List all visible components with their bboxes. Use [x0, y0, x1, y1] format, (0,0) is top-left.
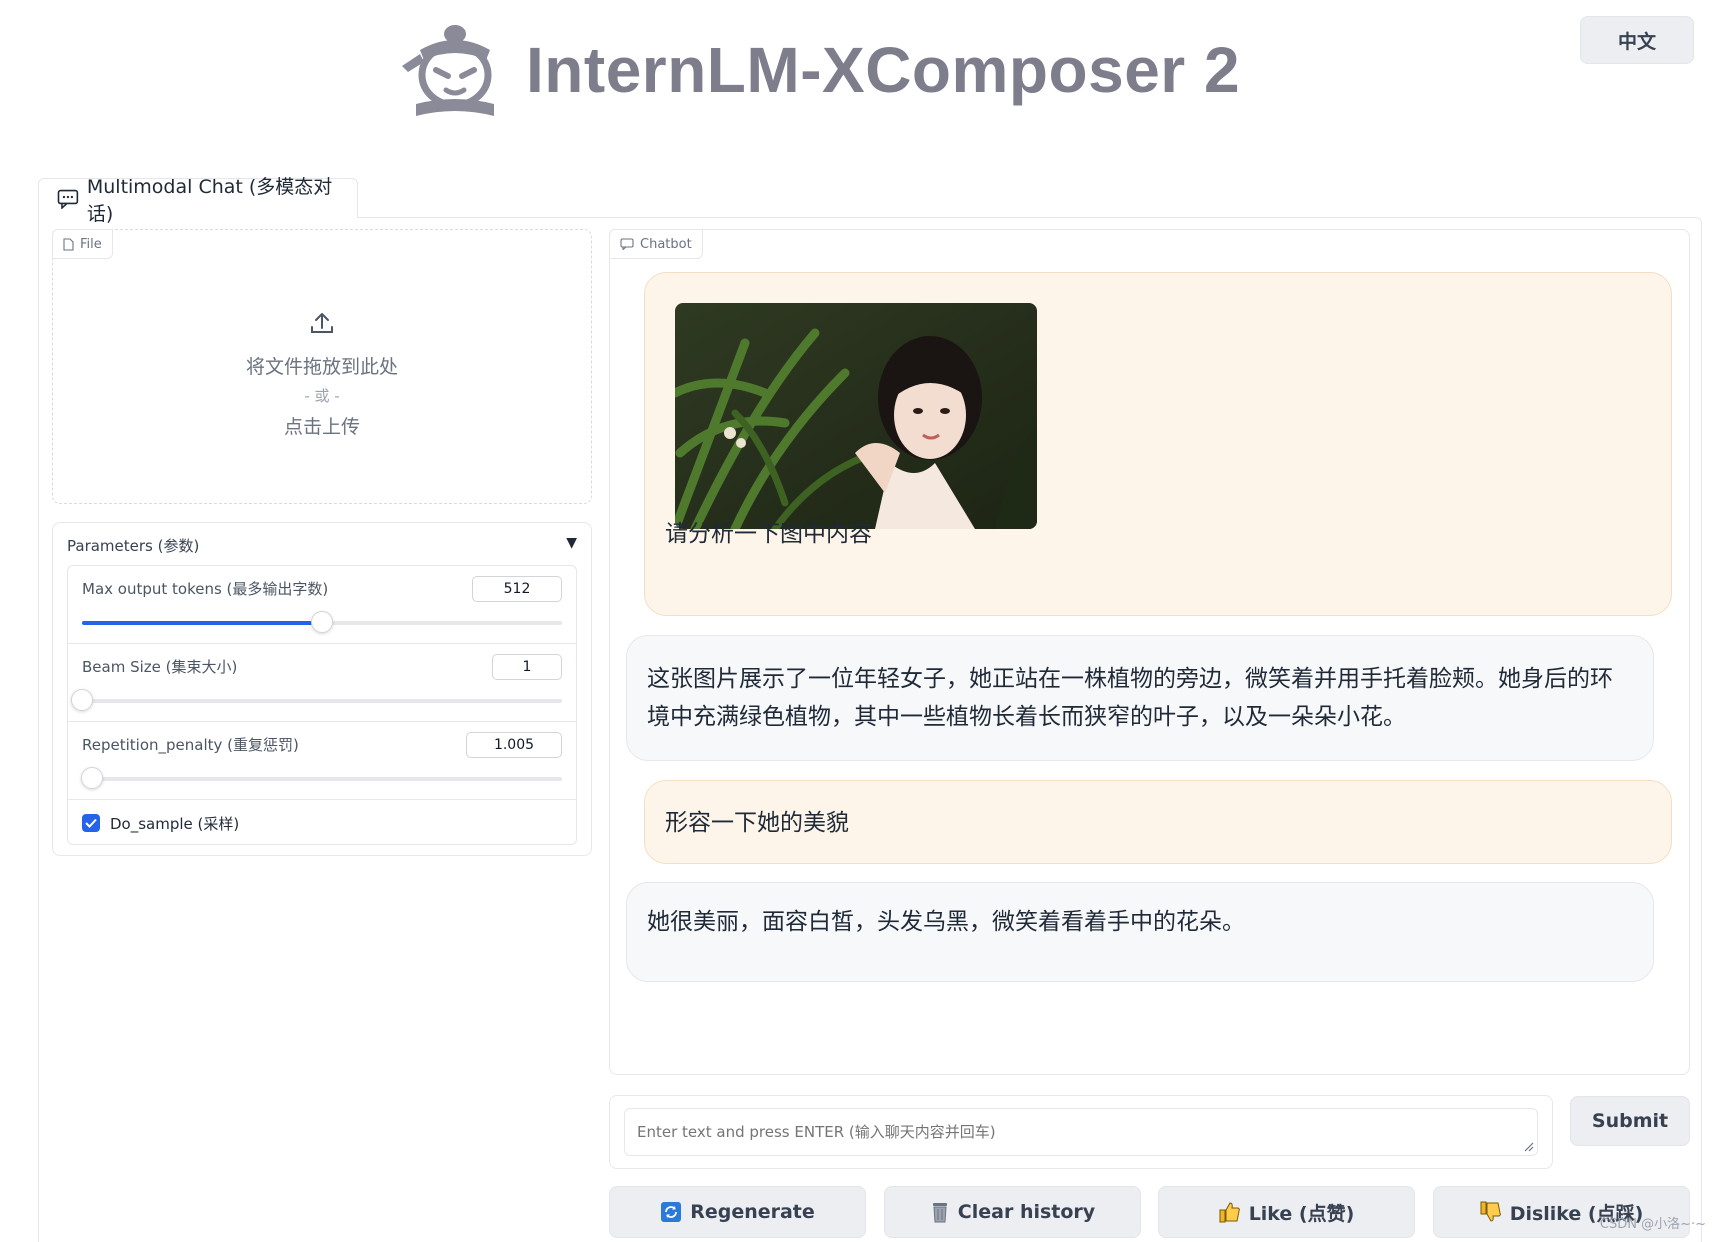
bot-message-text: 她很美丽，面容白皙，头发乌黑，微笑着看着手中的花朵。 [647, 909, 1245, 935]
tab-multimodal-chat[interactable]: Multimodal Chat (多模态对话) [38, 176, 358, 225]
slider-handle[interactable] [311, 611, 333, 633]
drop-text: 将文件拖放到此处 [245, 356, 398, 378]
tab-label: Multimodal Chat (多模态对话) [86, 175, 333, 225]
repetition-penalty-input[interactable]: 1.005 [466, 732, 562, 758]
app-title: InternLM-XComposer 2 [526, 34, 1241, 106]
slider-handle[interactable] [71, 689, 93, 711]
repetition-penalty-slider[interactable] [80, 767, 562, 789]
bot-message: 这张图片展示了一位年轻女子，她正站在一株植物的旁边，微笑着并用手托着脸颊。她身后… [626, 635, 1654, 761]
or-text: - 或 - [304, 387, 340, 405]
click-upload-text[interactable]: 点击上传 [53, 412, 591, 439]
user-message: 请分析一下图中内容 [644, 272, 1672, 616]
beam-size-slider-row: Beam Size (集束大小) 1 [68, 644, 576, 722]
max-tokens-input[interactable]: 512 [472, 576, 562, 602]
thumbs-down-icon [1480, 1201, 1501, 1222]
user-message-text: 形容一下她的美貌 [665, 810, 849, 836]
max-tokens-label: Max output tokens (最多输出字数) [82, 580, 329, 598]
checkmark-icon [85, 818, 97, 828]
clear-history-button[interactable]: Clear history [884, 1186, 1141, 1238]
do-sample-checkbox-row[interactable]: Do_sample (采样) [68, 800, 576, 846]
file-label: File [52, 229, 113, 259]
collapse-triangle-icon[interactable]: ▼ [566, 535, 577, 556]
user-message: 形容一下她的美貌 [644, 780, 1672, 864]
uploaded-photo [675, 303, 1037, 529]
parameters-accordion: Parameters (参数) ▼ Max output tokens (最多输… [52, 522, 592, 856]
repetition-penalty-label: Repetition_penalty (重复惩罚) [82, 736, 299, 754]
do-sample-label: Do_sample (采样) [110, 814, 240, 833]
beam-size-slider[interactable] [71, 689, 562, 711]
upload-icon [311, 313, 333, 333]
file-icon [63, 237, 74, 251]
app-header: InternLM-XComposer 2 [400, 20, 1240, 120]
chat-bubble-icon [57, 189, 79, 209]
bot-message-text: 这张图片展示了一位年轻女子，她正站在一株植物的旁边，微笑着并用手托着脸颊。她身后… [647, 666, 1613, 730]
message-input-container [609, 1095, 1553, 1169]
beam-size-label: Beam Size (集束大小) [82, 658, 238, 676]
mascot-logo-icon [402, 25, 494, 116]
do-sample-checkbox[interactable] [82, 814, 100, 832]
user-message-text: 请分析一下图中内容 [665, 521, 872, 547]
parameters-title: Parameters (参数) [67, 537, 200, 555]
trash-icon [932, 1203, 947, 1223]
submit-button[interactable]: Submit [1570, 1096, 1690, 1146]
max-tokens-slider-row: Max output tokens (最多输出字数) 512 [68, 566, 576, 644]
refresh-icon [661, 1202, 682, 1222]
chat-icon [620, 238, 634, 250]
chatbot-label: Chatbot [609, 229, 703, 259]
like-button[interactable]: Like (点赞) [1158, 1186, 1415, 1238]
message-input[interactable] [624, 1108, 1538, 1156]
thumbs-up-icon [1219, 1202, 1240, 1223]
beam-size-input[interactable]: 1 [492, 654, 562, 680]
repetition-penalty-slider-row: Repetition_penalty (重复惩罚) 1.005 [68, 722, 576, 800]
regenerate-button[interactable]: Regenerate [609, 1186, 866, 1238]
resize-handle-icon[interactable] [1524, 1142, 1534, 1152]
parameters-header[interactable]: Parameters (参数) ▼ [67, 535, 577, 556]
language-toggle-button[interactable]: 中文 [1580, 16, 1694, 64]
bot-message: 她很美丽，面容白皙，头发乌黑，微笑着看着手中的花朵。 [626, 882, 1654, 982]
chatbot-panel: Chatbot 请分析一下图中内容 这张图片展示了一位年轻女子，她正站在一株植物… [609, 229, 1690, 1075]
watermark: CSDN @小洛~·~ [1599, 1217, 1706, 1232]
max-tokens-slider[interactable] [82, 611, 562, 633]
file-upload-dropzone[interactable]: File 将文件拖放到此处 - 或 - 点击上传 [52, 229, 592, 504]
slider-handle[interactable] [80, 767, 103, 789]
